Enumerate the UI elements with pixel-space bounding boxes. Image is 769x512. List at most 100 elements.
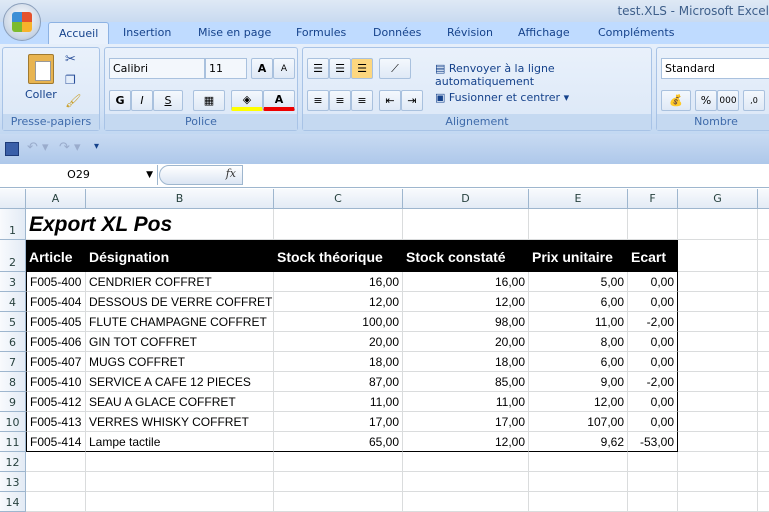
column-header-h[interactable] [758,189,769,209]
data-cell[interactable]: 87,00 [274,372,403,392]
column-header-g[interactable]: G [678,189,758,209]
cut-icon[interactable]: ✂ [65,52,76,67]
column-header-f[interactable]: F [628,189,678,209]
data-cell[interactable]: F005-407 [26,352,86,372]
data-cell[interactable]: -2,00 [628,312,678,332]
row-header[interactable]: 2 [0,240,26,272]
column-header-c[interactable]: C [274,189,403,209]
row-header[interactable]: 14 [0,492,26,512]
font-size-select[interactable]: 11 [205,58,247,79]
align-middle-button[interactable]: ☰ [329,58,351,79]
data-cell[interactable]: 107,00 [529,412,628,432]
row-header[interactable]: 9 [0,392,26,412]
data-cell[interactable]: 18,00 [274,352,403,372]
cell[interactable] [628,209,678,240]
number-format-select[interactable]: Standard [661,58,769,79]
data-cell[interactable]: 0,00 [628,272,678,292]
data-cell[interactable]: 85,00 [403,372,529,392]
align-top-button[interactable]: ☰ [307,58,329,79]
cell[interactable] [529,209,628,240]
tab-revision[interactable]: Révision [437,22,503,44]
tab-donnees[interactable]: Données [363,22,431,44]
undo-icon[interactable]: ↶ ▾ [27,140,49,155]
cell[interactable] [758,312,769,332]
shrink-font-button[interactable]: A [273,58,295,79]
data-cell[interactable]: F005-404 [26,292,86,312]
data-cell[interactable]: 98,00 [403,312,529,332]
grow-font-button[interactable]: A [251,58,273,79]
column-header-cell[interactable]: Stock constaté [403,240,529,272]
cell[interactable] [758,452,769,472]
data-cell[interactable]: 16,00 [403,272,529,292]
data-cell[interactable]: SEAU A GLACE COFFRET [86,392,274,412]
row-header[interactable]: 10 [0,412,26,432]
increase-decimal-button[interactable]: ,0 [743,90,765,111]
bold-button[interactable]: G [109,90,131,111]
cell[interactable] [86,492,274,512]
cell[interactable] [274,472,403,492]
data-cell[interactable]: 17,00 [274,412,403,432]
cell[interactable] [678,432,758,452]
merge-center-button[interactable]: ▣ Fusionner et centrer ▾ [435,91,569,104]
data-cell[interactable]: -53,00 [628,432,678,452]
font-color-button[interactable]: A [263,90,295,111]
cell[interactable] [758,352,769,372]
cell[interactable] [678,209,758,240]
column-header-cell[interactable]: Désignation [86,240,274,272]
cell[interactable] [678,292,758,312]
paste-button[interactable]: Coller [25,88,57,101]
cell[interactable] [529,492,628,512]
save-icon[interactable] [5,142,19,156]
fx-icon[interactable]: fx [226,167,236,180]
cell[interactable] [628,452,678,472]
cell[interactable] [758,392,769,412]
data-cell[interactable]: 0,00 [628,332,678,352]
cell[interactable] [758,272,769,292]
column-header-b[interactable]: B [86,189,274,209]
cell[interactable] [529,452,628,472]
data-cell[interactable]: 9,00 [529,372,628,392]
row-header[interactable]: 11 [0,432,26,452]
cell[interactable] [403,452,529,472]
data-cell[interactable]: FLUTE CHAMPAGNE COFFRET [86,312,274,332]
row-header[interactable]: 8 [0,372,26,392]
column-header-a[interactable]: A [26,189,86,209]
increase-indent-button[interactable]: ⇥ [401,90,423,111]
cell[interactable] [529,472,628,492]
cell[interactable] [274,492,403,512]
cell[interactable] [86,472,274,492]
cell[interactable] [758,292,769,312]
tab-affichage[interactable]: Affichage [508,22,580,44]
cell[interactable] [678,272,758,292]
data-cell[interactable]: 12,00 [403,292,529,312]
borders-button[interactable]: ▦ [193,90,225,111]
cell[interactable] [758,372,769,392]
align-left-button[interactable]: ≡ [307,90,329,111]
cell[interactable] [678,412,758,432]
name-box[interactable]: O29 ▼ [0,165,158,185]
data-cell[interactable]: 6,00 [529,352,628,372]
data-cell[interactable]: 11,00 [529,312,628,332]
data-cell[interactable]: 6,00 [529,292,628,312]
row-header[interactable]: 6 [0,332,26,352]
data-cell[interactable]: 16,00 [274,272,403,292]
cell[interactable] [403,209,529,240]
formula-input[interactable] [244,165,769,185]
data-cell[interactable]: DESSOUS DE VERRE COFFRET [86,292,274,312]
percent-button[interactable]: % [695,90,717,111]
data-cell[interactable]: SERVICE A CAFE 12 PIECES [86,372,274,392]
data-cell[interactable]: 100,00 [274,312,403,332]
column-header-cell[interactable]: Ecart [628,240,678,272]
data-cell[interactable]: 12,00 [274,292,403,312]
fill-color-button[interactable]: ◈ [231,90,263,111]
cell[interactable] [758,432,769,452]
redo-icon[interactable]: ↷ ▾ [59,140,81,155]
format-painter-icon[interactable]: 🖌 [65,94,82,109]
data-cell[interactable]: 11,00 [403,392,529,412]
tab-mise-en-page[interactable]: Mise en page [188,22,281,44]
data-cell[interactable]: F005-400 [26,272,86,292]
row-header[interactable]: 7 [0,352,26,372]
data-cell[interactable]: 11,00 [274,392,403,412]
column-header-cell[interactable]: Article [26,240,86,272]
copy-icon[interactable]: ❐ [65,73,76,87]
